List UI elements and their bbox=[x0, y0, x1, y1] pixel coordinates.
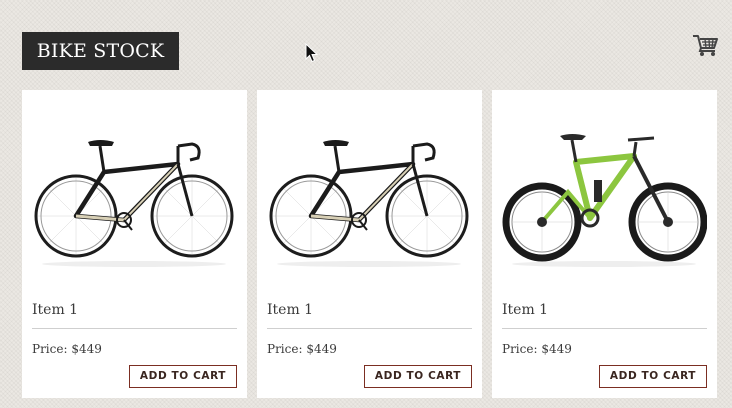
product-price: Price: $449 bbox=[267, 342, 337, 356]
shopping-cart-icon[interactable] bbox=[692, 33, 720, 57]
product-image[interactable] bbox=[267, 120, 472, 270]
product-name[interactable]: Item 1 bbox=[267, 302, 313, 318]
product-grid: Item 1 Price: $449 ADD TO CART Item 1 Pr… bbox=[22, 90, 717, 398]
product-image[interactable] bbox=[32, 120, 237, 270]
product-name[interactable]: Item 1 bbox=[502, 302, 548, 318]
divider bbox=[502, 328, 707, 329]
product-price: Price: $449 bbox=[502, 342, 572, 356]
product-image[interactable] bbox=[502, 120, 708, 270]
product-card: Item 1 Price: $449 ADD TO CART bbox=[492, 90, 717, 398]
product-card: Item 1 Price: $449 ADD TO CART bbox=[257, 90, 482, 398]
product-price: Price: $449 bbox=[32, 342, 102, 356]
divider bbox=[267, 328, 472, 329]
add-to-cart-button[interactable]: ADD TO CART bbox=[599, 365, 707, 388]
add-to-cart-button[interactable]: ADD TO CART bbox=[364, 365, 472, 388]
product-name[interactable]: Item 1 bbox=[32, 302, 78, 318]
add-to-cart-button[interactable]: ADD TO CART bbox=[129, 365, 237, 388]
product-card: Item 1 Price: $449 ADD TO CART bbox=[22, 90, 247, 398]
divider bbox=[32, 328, 237, 329]
mouse-cursor-icon bbox=[305, 42, 319, 63]
store-logo[interactable]: BIKE STOCK bbox=[22, 32, 179, 70]
